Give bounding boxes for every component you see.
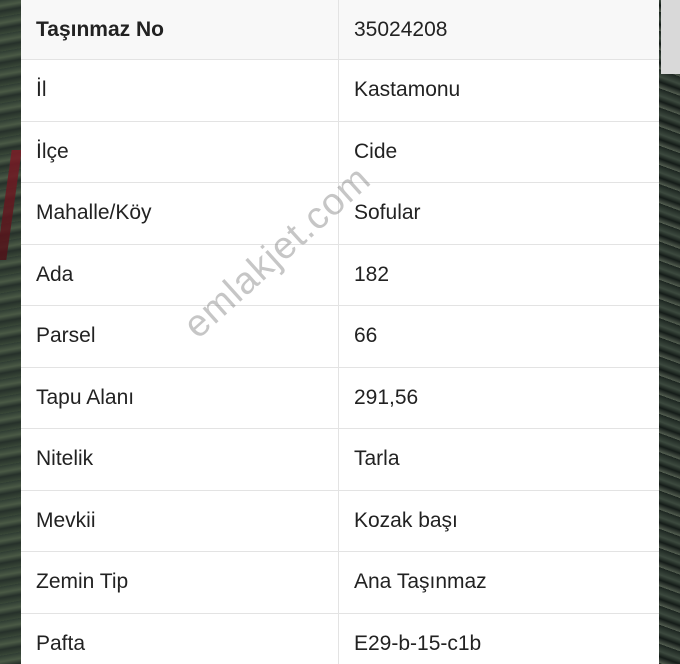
row-value: Ana Taşınmaz (338, 551, 659, 614)
row-label: Nitelik (21, 428, 339, 491)
row-value: 182 (338, 244, 659, 306)
row-label: İlçe (21, 121, 339, 183)
row-value: Cide (338, 121, 659, 183)
table-row: Ada 182 (21, 244, 659, 306)
row-label: Taşınmaz No (21, 0, 339, 60)
table-row: Nitelik Tarla (21, 428, 659, 491)
table-row: Mahalle/Köy Sofular (21, 182, 659, 245)
row-value: Tarla (338, 428, 659, 491)
table-row: Zemin Tip Ana Taşınmaz (21, 551, 659, 614)
row-label: Ada (21, 244, 339, 306)
background-photo-right (659, 0, 680, 664)
row-value: Kozak başı (338, 490, 659, 552)
background-detail (0, 150, 22, 260)
scrollbar-thumb[interactable] (661, 0, 680, 74)
screenshot-stage: Taşınmaz No 35024208 İl Kastamonu İlçe C… (0, 0, 680, 664)
row-label: Mevkii (21, 490, 339, 552)
row-label: Zemin Tip (21, 551, 339, 614)
table-row: Tapu Alanı 291,56 (21, 367, 659, 429)
table-row: İlçe Cide (21, 121, 659, 183)
table-row: Pafta E29-b-15-c1b (21, 613, 659, 664)
table-row: Parsel 66 (21, 305, 659, 368)
row-label: İl (21, 59, 339, 122)
background-photo-left (0, 0, 22, 664)
table-row: Mevkii Kozak başı (21, 490, 659, 552)
row-label: Mahalle/Köy (21, 182, 339, 245)
row-label: Tapu Alanı (21, 367, 339, 429)
property-info-table: Taşınmaz No 35024208 İl Kastamonu İlçe C… (21, 0, 659, 664)
row-value: Sofular (338, 182, 659, 245)
table-row: Taşınmaz No 35024208 (21, 0, 659, 60)
row-value: 35024208 (338, 0, 659, 60)
row-value: Kastamonu (338, 59, 659, 122)
row-label: Pafta (21, 613, 339, 664)
row-label: Parsel (21, 305, 339, 368)
row-value: 291,56 (338, 367, 659, 429)
row-value: E29-b-15-c1b (338, 613, 659, 664)
table-row: İl Kastamonu (21, 59, 659, 122)
row-value: 66 (338, 305, 659, 368)
